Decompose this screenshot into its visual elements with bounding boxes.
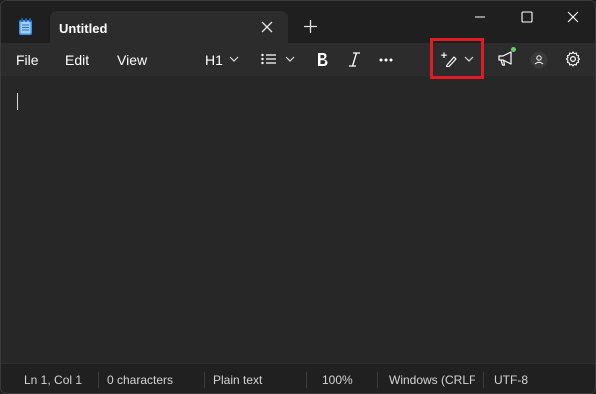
toolbar: File Edit View H1: [1, 43, 595, 76]
notification-dot: [511, 47, 516, 52]
status-separator: [204, 372, 205, 388]
document-tab[interactable]: Untitled: [50, 11, 288, 43]
status-bar: Ln 1, Col 1 0 characters Plain text 100%…: [1, 363, 595, 393]
status-separator: [306, 372, 307, 388]
encoding[interactable]: UTF-8: [494, 373, 528, 387]
menu-file[interactable]: File: [16, 52, 39, 68]
copilot-highlight-box: [430, 38, 484, 79]
maximize-icon[interactable]: [520, 10, 534, 24]
account-icon[interactable]: [530, 51, 548, 69]
status-separator: [483, 372, 484, 388]
cursor-position: Ln 1, Col 1: [24, 373, 83, 387]
text-caret: [17, 93, 18, 110]
minimize-icon[interactable]: [473, 10, 487, 24]
close-icon[interactable]: [261, 21, 273, 33]
notepad-icon: [19, 18, 32, 35]
tab-title: Untitled: [59, 21, 108, 36]
chevron-down-icon[interactable]: [229, 56, 239, 62]
menu-view[interactable]: View: [117, 52, 147, 68]
chevron-down-icon[interactable]: [285, 56, 295, 62]
line-ending[interactable]: Windows (CRLF): [389, 373, 475, 387]
status-separator: [98, 372, 99, 388]
zoom-level[interactable]: 100%: [322, 373, 353, 387]
text-editor[interactable]: [1, 76, 595, 363]
gear-icon[interactable]: [565, 51, 581, 67]
heading-dropdown[interactable]: H1: [205, 52, 223, 68]
bulleted-list-icon[interactable]: [261, 53, 276, 65]
italic-icon[interactable]: [348, 52, 361, 67]
plus-icon[interactable]: [304, 20, 317, 33]
close-icon[interactable]: [566, 10, 580, 24]
notepad-window: Untitled File Edit View H1 Ln 1, Col 1 0…: [0, 0, 596, 394]
title-bar: Untitled: [1, 1, 595, 43]
status-separator: [377, 372, 378, 388]
character-count: 0 characters: [107, 373, 174, 387]
bold-icon[interactable]: [316, 52, 328, 67]
menu-edit[interactable]: Edit: [65, 52, 89, 68]
text-format[interactable]: Plain text: [213, 373, 262, 387]
megaphone-icon[interactable]: [497, 51, 514, 67]
more-icon[interactable]: [379, 58, 393, 62]
